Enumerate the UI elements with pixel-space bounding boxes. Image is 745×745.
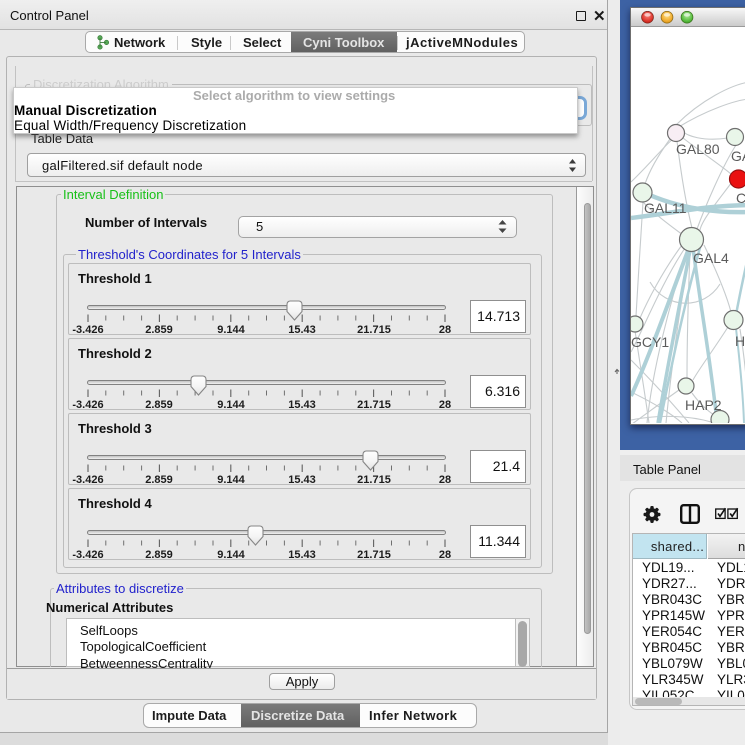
svg-text:GAL11: GAL11	[644, 200, 687, 216]
svg-text:GAL: GAL	[731, 148, 745, 164]
svg-text:GAL80: GAL80	[676, 141, 720, 157]
svg-text:GAL4: GAL4	[693, 250, 729, 266]
svg-text:H: H	[735, 333, 745, 349]
svg-text:HAP2: HAP2	[685, 397, 722, 413]
svg-text:GCY1: GCY1	[631, 334, 669, 350]
svg-text:C: C	[736, 190, 745, 206]
